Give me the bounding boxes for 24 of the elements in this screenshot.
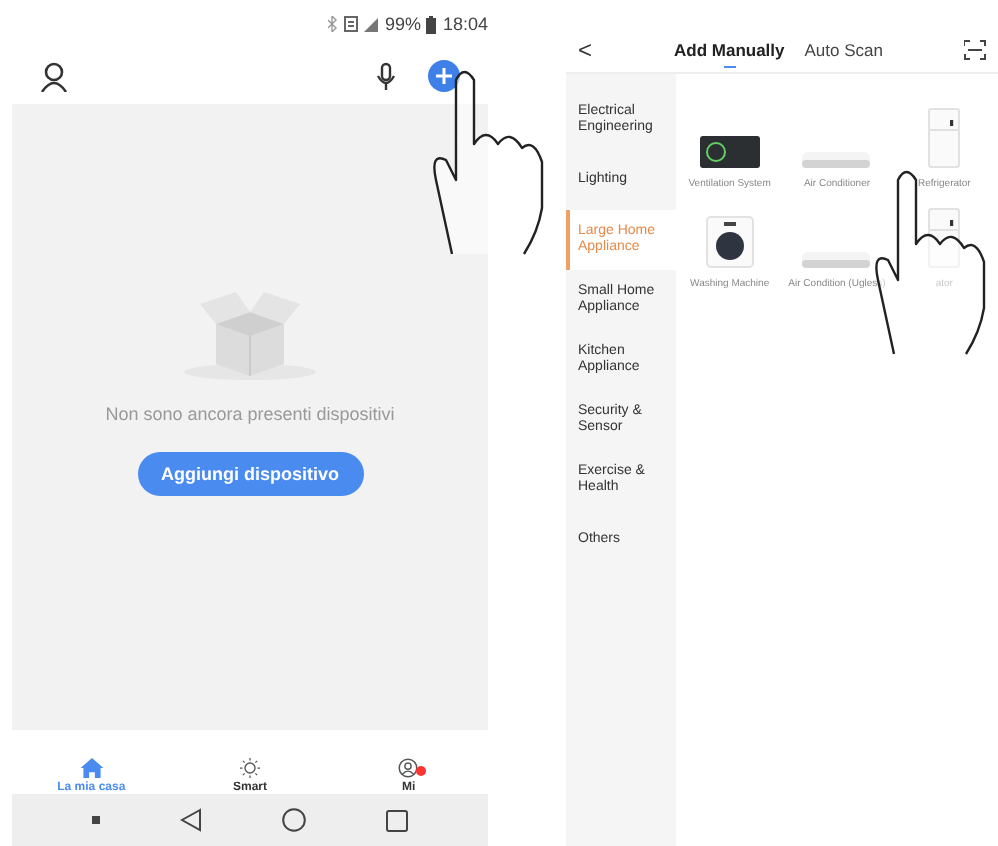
clock-time: 18:04: [442, 14, 488, 34]
scan-icon[interactable]: [964, 40, 986, 60]
battery-percentage: 99%: [384, 14, 421, 34]
back-arrow: <: [578, 36, 595, 64]
ventilation-unit-icon: [699, 136, 760, 168]
refrigerator-icon: [928, 108, 961, 168]
bluetooth-icon: [328, 16, 339, 32]
washing-machine-icon: [705, 216, 754, 268]
microphone-icon[interactable]: [376, 61, 396, 91]
add-circle-icon[interactable]: [428, 60, 460, 92]
air-conditioner-icon: [802, 152, 871, 168]
home-icon: [75, 758, 108, 778]
recents-icon[interactable]: [386, 809, 408, 831]
refrigerator-icon: [928, 208, 961, 268]
air-conditioner-icon: [802, 252, 871, 268]
battery-icon: [426, 15, 437, 33]
tab[interactable]: Auto Scan: [800, 34, 887, 66]
person-icon[interactable]: [40, 61, 68, 91]
signal-icon: [364, 17, 379, 31]
sim-card-icon: [344, 16, 359, 32]
back-icon[interactable]: [180, 808, 202, 832]
empty-state-message: Non sono ancora presenti dispositivi: [105, 404, 395, 424]
home-circle-icon[interactable]: [282, 808, 306, 832]
tab[interactable]: Add Manually: [670, 34, 789, 66]
